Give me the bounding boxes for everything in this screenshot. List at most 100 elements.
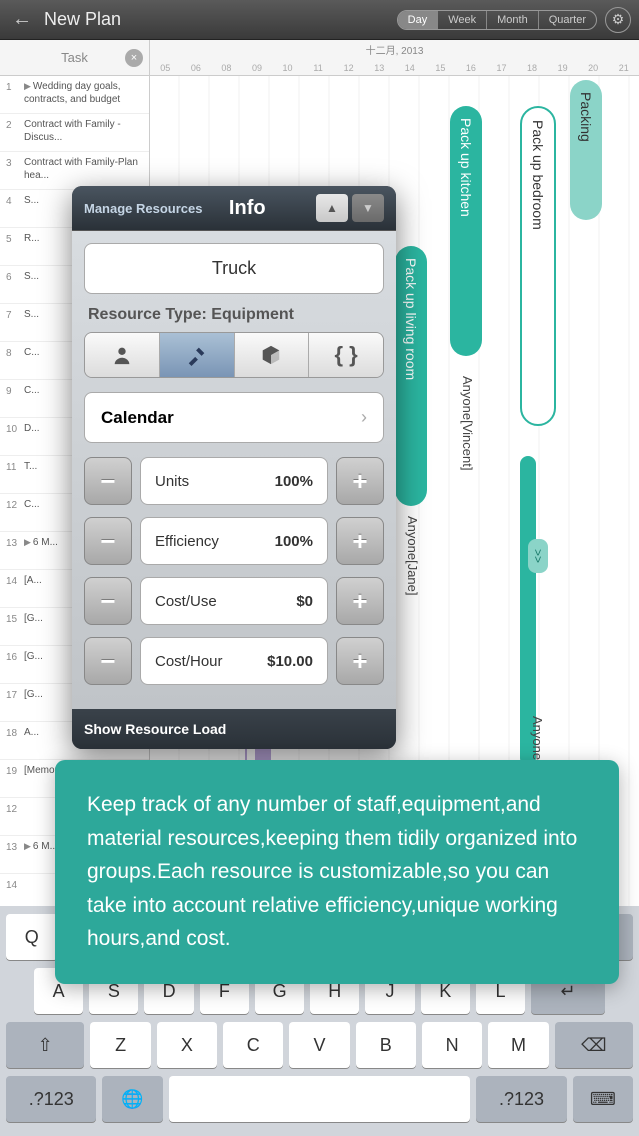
task-number: 6 — [6, 270, 24, 283]
task-number: 12 — [6, 802, 24, 815]
task-number: 7 — [6, 308, 24, 321]
expand-chevron-icon[interactable]: >> — [528, 539, 548, 573]
resource-name-field[interactable]: Truck — [84, 243, 384, 294]
task-header-label: Task — [61, 50, 88, 65]
numeric-field[interactable]: Units100% — [140, 457, 328, 505]
key-n[interactable]: N — [422, 1022, 482, 1068]
type-material-icon[interactable] — [235, 333, 310, 377]
day-tick: 16 — [456, 63, 487, 73]
task-row[interactable]: 3Contract with Family-Plan hea... — [0, 152, 149, 190]
task-number: 4 — [6, 194, 24, 207]
gantt-bar[interactable]: Packing — [570, 80, 602, 220]
field-label: Units — [155, 473, 275, 490]
gantt-bar[interactable]: Pack up bedroom — [520, 106, 556, 426]
key-z[interactable]: Z — [90, 1022, 150, 1068]
field-value: 100% — [275, 473, 313, 490]
task-text: C... — [24, 498, 40, 511]
minus-button[interactable]: − — [84, 517, 132, 565]
chevron-right-icon: › — [361, 407, 367, 428]
task-row[interactable]: 2Contract with Family - Discus... — [0, 114, 149, 152]
task-number: 12 — [6, 498, 24, 511]
day-tick: 19 — [547, 63, 578, 73]
key-m[interactable]: M — [488, 1022, 548, 1068]
task-text: [G... — [24, 688, 43, 701]
popover-body: Truck Resource Type: Equipment { } Calen… — [72, 231, 396, 709]
day-tick: 15 — [425, 63, 456, 73]
task-text: A... — [24, 726, 39, 739]
plan-title: New Plan — [44, 9, 397, 30]
task-number: 17 — [6, 688, 24, 701]
field-label: Efficiency — [155, 533, 275, 550]
key-v[interactable]: V — [289, 1022, 349, 1068]
numeric-row: −Efficiency100%+ — [84, 517, 384, 565]
task-text: C... — [24, 346, 40, 359]
task-text: ▶6 M... — [24, 536, 58, 549]
popover-header: Manage Resources Info ▲ ▼ — [72, 186, 396, 231]
view-month[interactable]: Month — [487, 11, 539, 29]
numeric-key[interactable]: .?123 — [6, 1076, 96, 1122]
field-value: 100% — [275, 533, 313, 550]
day-tick: 06 — [181, 63, 212, 73]
minus-button[interactable]: − — [84, 577, 132, 625]
numeric-field[interactable]: Cost/Use$0 — [140, 577, 328, 625]
type-group-icon[interactable]: { } — [309, 333, 383, 377]
shift-key[interactable]: ⇧ — [6, 1022, 84, 1068]
task-text: [G... — [24, 650, 43, 663]
day-tick: 12 — [333, 63, 364, 73]
minus-button[interactable]: − — [84, 637, 132, 685]
numeric-row: −Cost/Hour$10.00+ — [84, 637, 384, 685]
task-text: [A... — [24, 574, 42, 587]
space-key[interactable] — [169, 1076, 471, 1122]
assignee-label: Anyone[ — [530, 716, 545, 764]
task-text: C... — [24, 384, 40, 397]
numeric-key-right[interactable]: .?123 — [476, 1076, 566, 1122]
key-x[interactable]: X — [157, 1022, 217, 1068]
gantt-bar[interactable]: Pack up living room — [395, 246, 427, 506]
view-day[interactable]: Day — [398, 11, 439, 29]
task-number: 15 — [6, 612, 24, 625]
plus-button[interactable]: + — [336, 637, 384, 685]
calendar-row[interactable]: Calendar › — [84, 392, 384, 443]
close-task-icon[interactable]: × — [125, 49, 143, 67]
up-arrow-button[interactable]: ▲ — [316, 194, 348, 222]
type-equipment-icon[interactable] — [160, 333, 235, 377]
down-arrow-button[interactable]: ▼ — [352, 194, 384, 222]
calendar-label: Calendar — [101, 408, 174, 428]
day-tick: 08 — [211, 63, 242, 73]
assignee-label: Anyone[Jane] — [405, 516, 420, 596]
dismiss-keyboard-key[interactable]: ⌨ — [573, 1076, 633, 1122]
plus-button[interactable]: + — [336, 517, 384, 565]
show-resource-load-button[interactable]: Show Resource Load — [84, 721, 384, 737]
gear-icon[interactable]: ⚙ — [605, 7, 631, 33]
key-c[interactable]: C — [223, 1022, 283, 1068]
view-quarter[interactable]: Quarter — [539, 11, 596, 29]
task-text: ▶6 M... — [24, 840, 58, 853]
globe-key[interactable]: 🌐 — [102, 1076, 162, 1122]
view-week[interactable]: Week — [438, 11, 487, 29]
day-tick: 09 — [242, 63, 273, 73]
day-tick: 17 — [486, 63, 517, 73]
gantt-bar[interactable]: Pack up kitchen — [450, 106, 482, 356]
numeric-field[interactable]: Efficiency100% — [140, 517, 328, 565]
task-number: 2 — [6, 118, 24, 131]
task-text: T... — [24, 460, 37, 473]
task-text: D... — [24, 422, 40, 435]
task-row[interactable]: 1▶Wedding day goals, contracts, and budg… — [0, 76, 149, 114]
plus-button[interactable]: + — [336, 457, 384, 505]
type-person-icon[interactable] — [85, 333, 160, 377]
key-q[interactable]: Q — [6, 914, 58, 960]
day-tick: 11 — [303, 63, 334, 73]
backspace-key[interactable]: ⌫ — [555, 1022, 633, 1068]
resource-info-popover: Manage Resources Info ▲ ▼ Truck Resource… — [72, 186, 396, 749]
minus-button[interactable]: − — [84, 457, 132, 505]
view-segment: Day Week Month Quarter — [397, 10, 597, 30]
numeric-field[interactable]: Cost/Hour$10.00 — [140, 637, 328, 685]
day-tick: 21 — [608, 63, 639, 73]
assignee-label: Anyone[Vincent] — [460, 376, 475, 470]
plus-button[interactable]: + — [336, 577, 384, 625]
key-b[interactable]: B — [356, 1022, 416, 1068]
task-number: 13 — [6, 840, 24, 853]
task-text: S... — [24, 270, 39, 283]
back-button[interactable]: ← — [8, 6, 36, 34]
day-ticks: 05060809101112131415161718192021 — [150, 63, 639, 73]
